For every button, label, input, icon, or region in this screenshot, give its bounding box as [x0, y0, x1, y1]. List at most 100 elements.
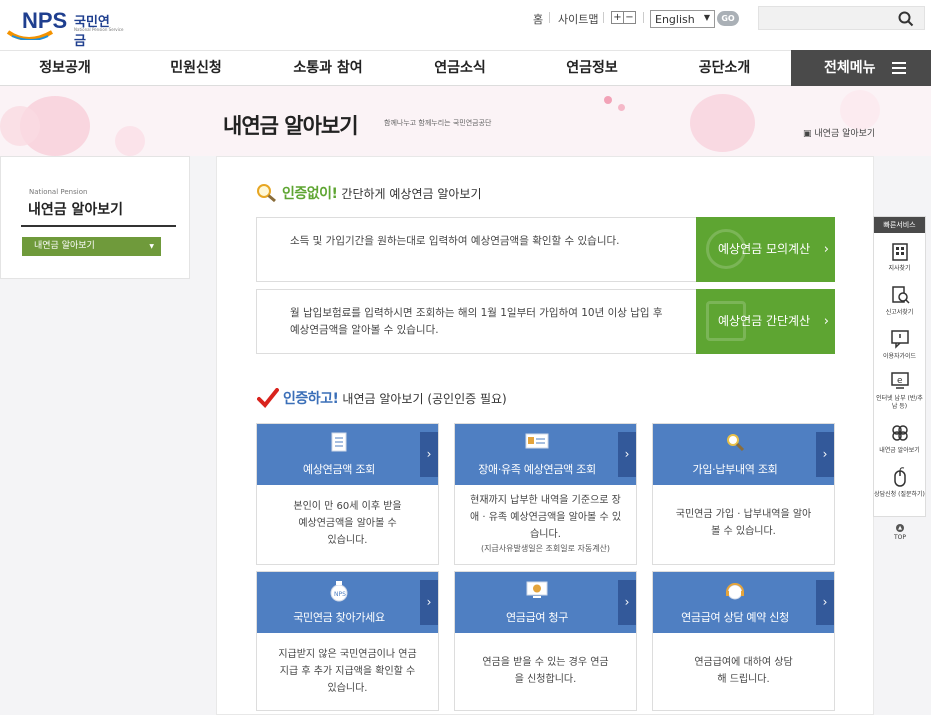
card-desc: 연금을 받을 수 있는 경우 연금을 신청합니다. — [482, 657, 609, 685]
section-no-auth-emphasis: 인증없이! — [282, 186, 338, 202]
language-value: English — [655, 13, 695, 26]
divider — [21, 225, 176, 227]
hamburger-icon — [892, 62, 906, 74]
search-input[interactable] — [763, 9, 893, 27]
nav-item-communication[interactable]: 소통과 참여 — [262, 51, 394, 86]
magnifier-icon — [257, 184, 276, 203]
monitor-icon — [455, 580, 619, 604]
chevron-right-icon[interactable]: › — [618, 580, 636, 625]
clover-icon — [891, 425, 908, 441]
card-body: 본인이 만 60세 이후 받을 예상연금액을 알아볼 수 있습니다. — [257, 498, 438, 549]
scroll-top-button[interactable]: ▲ TOP — [886, 524, 914, 541]
card-expected-pension[interactable]: 예상연금액 조회 › 본인이 만 60세 이후 받을 예상연금액을 알아볼 수 … — [256, 423, 439, 565]
nav-item-news[interactable]: 연금소식 — [394, 51, 526, 86]
id-card-icon — [455, 432, 619, 454]
left-nav-title: 내연금 알아보기 — [28, 202, 124, 218]
page-slogan: 함께나누고 함께누리는 국민연금공단 — [384, 119, 492, 127]
logo-text: NPS — [22, 8, 68, 33]
card-subscription-history[interactable]: 가입·납부내역 조회 › 국민연금 가입 · 납부내역을 알아볼 수 있습니다. — [652, 423, 835, 565]
nav-item-pension-info[interactable]: 연금정보 — [526, 51, 658, 86]
left-nav-subtitle: National Pension — [29, 188, 88, 196]
quick-item-guide[interactable]: 이용자가이드 — [874, 329, 925, 361]
card-consult-reservation[interactable]: 연금급여 상담 예약 신청 › 연금급여에 대하여 상담해 드립니다. — [652, 571, 835, 711]
money-bag-icon: NPS — [257, 580, 421, 606]
left-nav: National Pension 내연금 알아보기 내연금 알아보기 ▼ — [0, 156, 190, 279]
quick-item-label: 상담신청 (질문하기) — [874, 491, 925, 498]
card-body: 연금을 받을 수 있는 경우 연금을 신청합니다. — [455, 654, 636, 688]
nps-logo[interactable]: NPS 국민연금 National Pension Service — [6, 6, 123, 49]
home-link[interactable]: 홈 — [533, 11, 543, 27]
left-nav-select[interactable]: 내연금 알아보기 ▼ — [22, 237, 161, 256]
card-body: 현재까지 납부한 내역을 기준으로 장애 · 유족 예상연금액을 알아볼 수 있… — [455, 492, 636, 555]
svg-text:NPS: NPS — [334, 591, 346, 598]
left-nav-select-value: 내연금 알아보기 — [34, 241, 95, 251]
card-desc: 국민연금 가입 · 납부내역을 알아볼 수 있습니다. — [675, 509, 812, 537]
quick-item-label: 지사찾기 — [888, 265, 911, 272]
document-search-icon — [891, 286, 910, 304]
nav-item-civil[interactable]: 민원신청 — [130, 51, 262, 86]
chevron-right-icon[interactable]: › — [420, 432, 438, 477]
chevron-right-icon[interactable]: › — [816, 580, 834, 625]
search-icon[interactable] — [898, 11, 914, 27]
all-menu-button[interactable]: 전체메뉴 — [791, 50, 931, 86]
search-icon — [653, 432, 817, 456]
chevron-right-icon[interactable]: › — [618, 432, 636, 477]
quick-item-label: 내연금 알아보기 — [879, 447, 920, 454]
calc-box-desc: 소득 및 가입기간을 원하는대로 입력하여 예상연금액을 확인할 수 있습니다. — [290, 235, 620, 247]
checkmark-icon — [257, 388, 279, 408]
language-go-button[interactable]: GO — [717, 11, 739, 26]
chevron-right-icon[interactable]: › — [420, 580, 438, 625]
divider — [603, 12, 604, 23]
section-no-auth-title: 인증없이! 간단하게 예상연금 알아보기 — [256, 183, 482, 203]
quick-service-title: 빠른서비스 — [874, 217, 925, 233]
card-desc: 연금급여에 대하여 상담해 드립니다. — [694, 657, 793, 685]
card-header: 연금급여 상담 예약 신청 › — [653, 572, 834, 633]
quick-item-internet-payment[interactable]: e 인터넷 납부 (반/추납 등) — [874, 371, 925, 411]
zoom-out-button[interactable]: − — [624, 12, 635, 23]
nav-item-about[interactable]: 공단소개 — [658, 51, 791, 86]
document-icon — [257, 432, 421, 456]
svg-text:e: e — [897, 376, 903, 386]
chevron-right-icon[interactable]: › — [816, 432, 834, 477]
simulation-calc-button[interactable]: 예상연금 모의계산 › — [696, 217, 835, 282]
heart-decoration — [0, 106, 40, 146]
card-label: 국민연금 찾아가세요 — [293, 611, 385, 624]
zoom-control: + − — [611, 11, 636, 24]
divider — [643, 12, 644, 23]
chevron-down-icon: ▼ — [703, 13, 710, 22]
quick-service-panel: 빠른서비스 지사찾기 신고서찾기 이용자가이드 e 인터넷 납부 (반/추납 등… — [873, 216, 926, 517]
sitemap-link[interactable]: 사이트맵 — [558, 11, 598, 27]
card-disability-survivor[interactable]: 장애·유족 예상연금액 조회 › 현재까지 납부한 내역을 기준으로 장애 · … — [454, 423, 637, 565]
heart-decoration — [604, 96, 612, 104]
mouse-icon — [893, 467, 906, 487]
card-body: 국민연금 가입 · 납부내역을 알아볼 수 있습니다. — [653, 506, 834, 540]
heart-decoration — [690, 94, 755, 152]
quick-item-my-pension[interactable]: 내연금 알아보기 — [874, 423, 925, 455]
section-auth-emphasis: 인증하고! — [283, 391, 339, 407]
quick-item-branch[interactable]: 지사찾기 — [874, 241, 925, 273]
card-header: 가입·납부내역 조회 › — [653, 424, 834, 485]
speech-bubble-icon — [890, 330, 909, 349]
card-find-pension[interactable]: NPS 국민연금 찾아가세요 › 지급받지 않은 국민연금이나 연금지급 후 추… — [256, 571, 439, 711]
global-nav: 정보공개 민원신청 소통과 참여 연금소식 연금정보 공단소개 전체메뉴 — [0, 50, 931, 86]
breadcrumb-current[interactable]: 내연금 알아보기 — [814, 129, 875, 139]
quick-item-forms[interactable]: 신고서찾기 — [874, 285, 925, 317]
building-icon — [891, 243, 908, 261]
quick-item-label: 이용자가이드 — [882, 353, 917, 360]
quick-item-consult[interactable]: 상담신청 (질문하기) — [874, 467, 925, 499]
nav-item-info[interactable]: 정보공개 — [0, 51, 130, 86]
simple-calc-button[interactable]: 예상연금 간단계산 › — [696, 289, 835, 354]
chevron-right-icon: › — [823, 314, 829, 329]
page-title: 내연금 알아보기 — [223, 114, 359, 138]
card-header: 장애·유족 예상연금액 조회 › — [455, 424, 636, 485]
headset-icon — [653, 580, 817, 606]
chevron-right-icon: › — [823, 242, 829, 257]
card-pension-claim[interactable]: 연금급여 청구 › 연금을 받을 수 있는 경우 연금을 신청합니다. — [454, 571, 637, 711]
arrow-up-icon: ▲ — [896, 524, 904, 532]
search-box — [758, 6, 925, 30]
card-header: 예상연금액 조회 › — [257, 424, 438, 485]
card-header: 연금급여 청구 › — [455, 572, 636, 633]
language-select[interactable]: English ▼ — [650, 10, 715, 28]
card-label: 연금급여 상담 예약 신청 — [681, 611, 789, 624]
zoom-in-button[interactable]: + — [612, 12, 624, 23]
